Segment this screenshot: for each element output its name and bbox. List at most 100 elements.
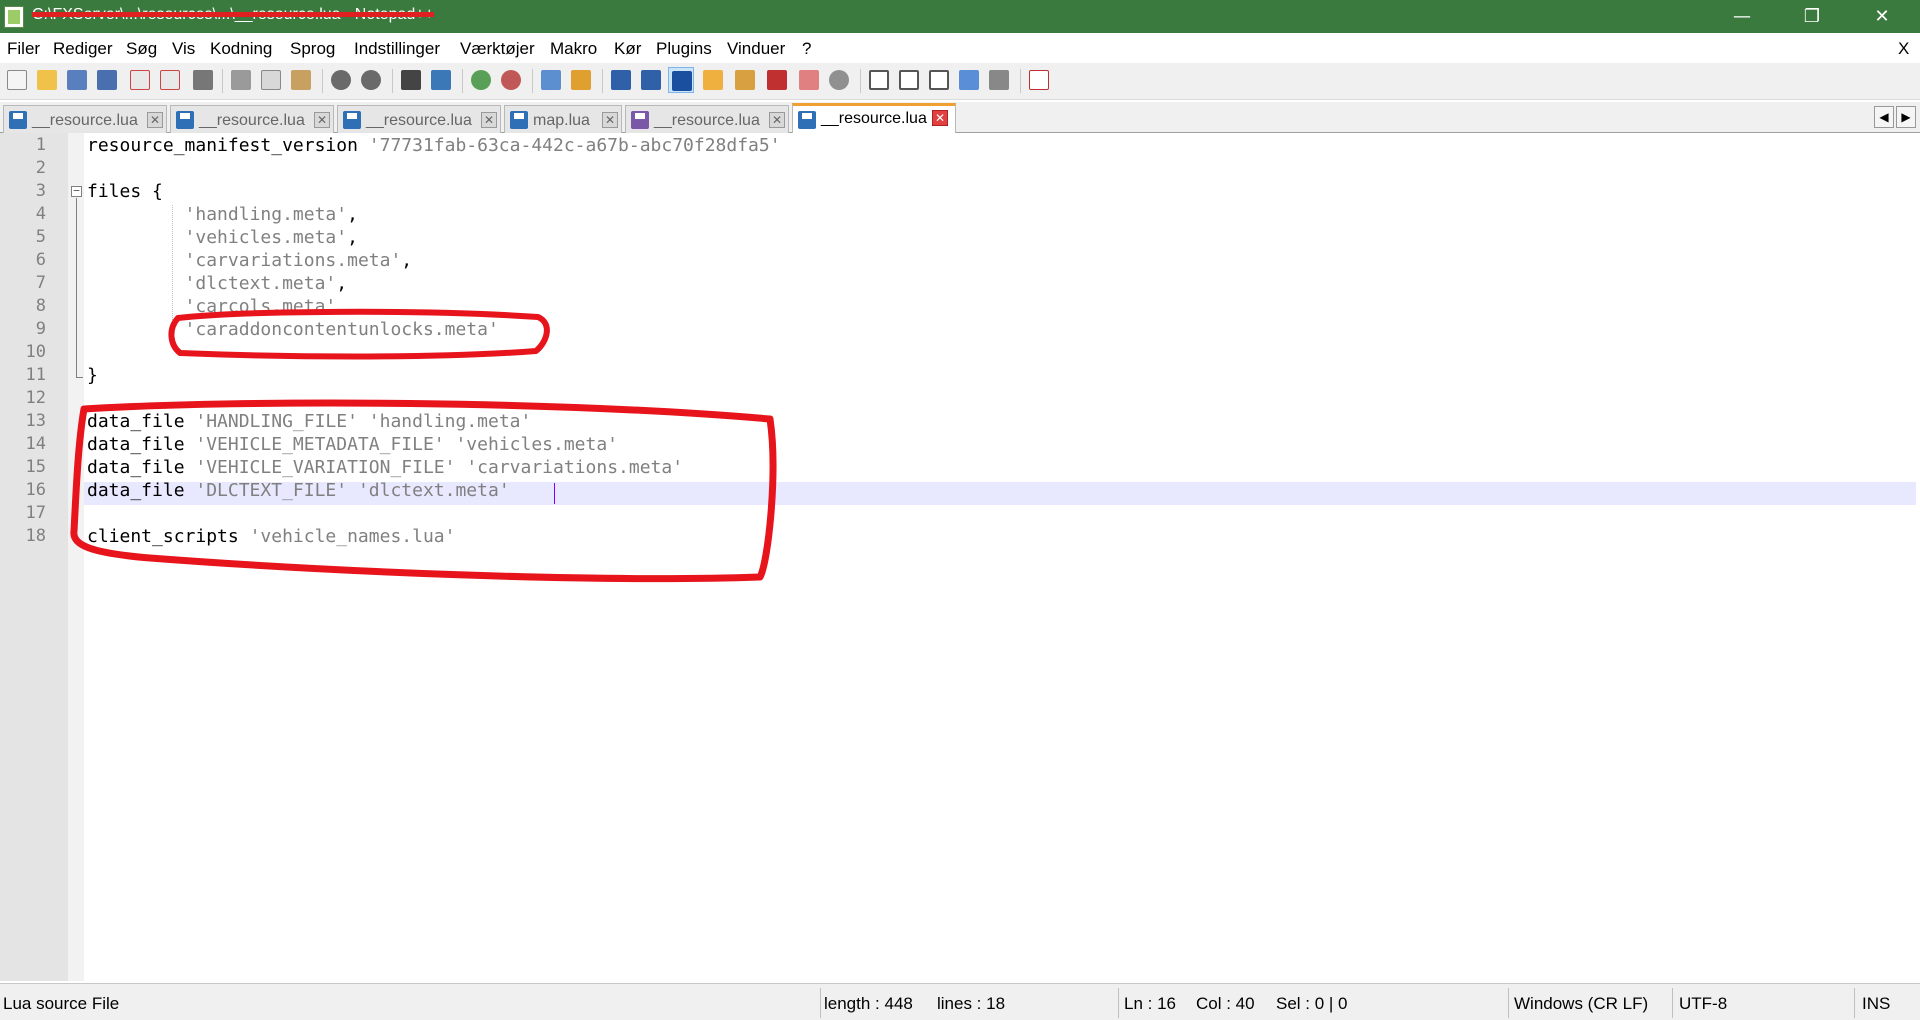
show-all-chars-icon[interactable] [638,67,664,93]
line-number: 11 [25,365,46,385]
eol-format-label[interactable]: Windows (CR LF) [1514,994,1648,1014]
cut-icon[interactable] [228,67,254,93]
menu-kodning[interactable]: Kodning [210,39,272,59]
string-token: 'carcols.meta' [184,296,337,317]
line-number: 15 [25,457,46,477]
line-number: 12 [25,388,46,408]
line-number: 16 [25,480,46,500]
new-file-icon[interactable] [4,67,30,93]
string-token: 'HANDLING_FILE' [195,411,358,432]
code-editor[interactable]: − resource_manifest_version '77731fab-63… [0,133,1920,981]
paste-icon[interactable] [288,67,314,93]
line-number: 3 [35,181,46,201]
tab-resource-lua-4[interactable]: __resource.lua ✕ [625,105,789,133]
tab-resource-lua-3[interactable]: __resource.lua ✕ [337,105,501,133]
code-line: 'handling.meta', [87,203,358,226]
toolbar-separator [602,69,603,93]
tab-resource-lua-2[interactable]: __resource.lua ✕ [170,105,334,133]
folder-workspace-icon[interactable] [796,67,822,93]
save-icon[interactable] [64,67,90,93]
close-document-button[interactable]: X [1898,39,1909,59]
code-token: , [347,204,358,225]
line-number: 8 [35,296,46,316]
record-macro-icon[interactable] [866,67,892,93]
find-icon[interactable] [398,67,424,93]
udl-icon[interactable] [700,67,726,93]
tab-close-icon[interactable]: ✕ [481,112,497,128]
status-separator [1854,988,1855,1018]
zoom-in-icon[interactable] [468,67,494,93]
sync-horizontal-icon[interactable] [568,67,594,93]
tab-scroll-right-icon[interactable]: ▶ [1896,106,1916,128]
tab-close-icon[interactable]: ✕ [602,112,618,128]
tab-resource-lua-active[interactable]: __resource.lua ✕ [792,103,956,134]
close-all-icon[interactable] [157,67,183,93]
status-separator [820,988,821,1018]
menu-sprog[interactable]: Sprog [290,39,335,59]
tab-label: __resource.lua [821,110,927,127]
insert-mode-label[interactable]: INS [1862,994,1890,1014]
function-list-icon[interactable] [764,67,790,93]
replace-icon[interactable] [428,67,454,93]
menu-vinduer[interactable]: Vinduer [727,39,785,59]
menu-kor[interactable]: Kør [614,39,641,59]
copy-icon[interactable] [258,67,284,93]
tab-close-icon[interactable]: ✕ [314,112,330,128]
undo-icon[interactable] [328,67,354,93]
code-token: , [336,273,348,294]
menu-vis[interactable]: Vis [172,39,195,59]
spell-check-icon[interactable] [1026,67,1052,93]
monitoring-icon[interactable] [826,67,852,93]
redo-icon[interactable] [358,67,384,93]
saved-file-icon [510,111,528,129]
save-macro-icon[interactable] [986,67,1012,93]
menu-sog[interactable]: Søg [126,39,157,59]
window-title: C:\FXServer\...\resources\...\__resource… [32,6,434,23]
string-token: 'dlctext.meta' [184,273,337,294]
zoom-out-icon[interactable] [498,67,524,93]
toolbar-separator [392,69,393,93]
tab-scroll-left-icon[interactable]: ◀ [1874,106,1894,128]
save-all-icon[interactable] [94,67,120,93]
doc-map-icon[interactable] [732,67,758,93]
minimize-button[interactable]: — [1710,0,1774,33]
sync-vertical-icon[interactable] [538,67,564,93]
menu-rediger[interactable]: Rediger [53,39,113,59]
menu-bar: Filer Rediger Søg Vis Kodning Sprog Inds… [0,33,1920,63]
code-token: data_file [87,480,196,501]
word-wrap-icon[interactable] [608,67,634,93]
menu-help[interactable]: ? [802,39,811,59]
close-icon[interactable] [127,67,153,93]
encoding-label[interactable]: UTF-8 [1679,994,1727,1014]
menu-indstillinger[interactable]: Indstillinger [354,39,440,59]
menu-makro[interactable]: Makro [550,39,597,59]
tab-close-icon[interactable]: ✕ [769,112,785,128]
saved-file-icon [343,111,361,129]
run-macro-multiple-icon[interactable] [956,67,982,93]
menu-plugins[interactable]: Plugins [656,39,712,59]
string-token: 'vehicles.meta' [184,227,348,248]
tab-resource-lua-1[interactable]: __resource.lua ✕ [3,105,167,133]
tab-close-icon[interactable]: ✕ [147,112,163,128]
code-line: data_file 'DLCTEXT_FILE' 'dlctext.meta' [87,479,510,502]
code-token: client_scripts [87,526,250,547]
play-macro-icon[interactable] [926,67,952,93]
close-window-button[interactable]: ✕ [1850,0,1914,33]
toolbar-separator [860,69,861,93]
stop-macro-icon[interactable] [896,67,922,93]
maximize-button[interactable]: ❐ [1780,0,1844,33]
indent-guide-icon[interactable] [668,67,694,93]
menu-filer[interactable]: Filer [7,39,40,59]
tab-label: __resource.lua [32,112,138,129]
tab-close-icon[interactable]: ✕ [932,110,948,126]
fold-toggle-icon[interactable]: − [71,185,82,197]
open-file-icon[interactable] [34,67,60,93]
toolbar-separator [1020,69,1021,93]
menu-vaerktojer[interactable]: Værktøjer [460,39,535,59]
print-icon[interactable] [190,67,216,93]
tab-map-lua[interactable]: map.lua ✕ [504,105,622,133]
